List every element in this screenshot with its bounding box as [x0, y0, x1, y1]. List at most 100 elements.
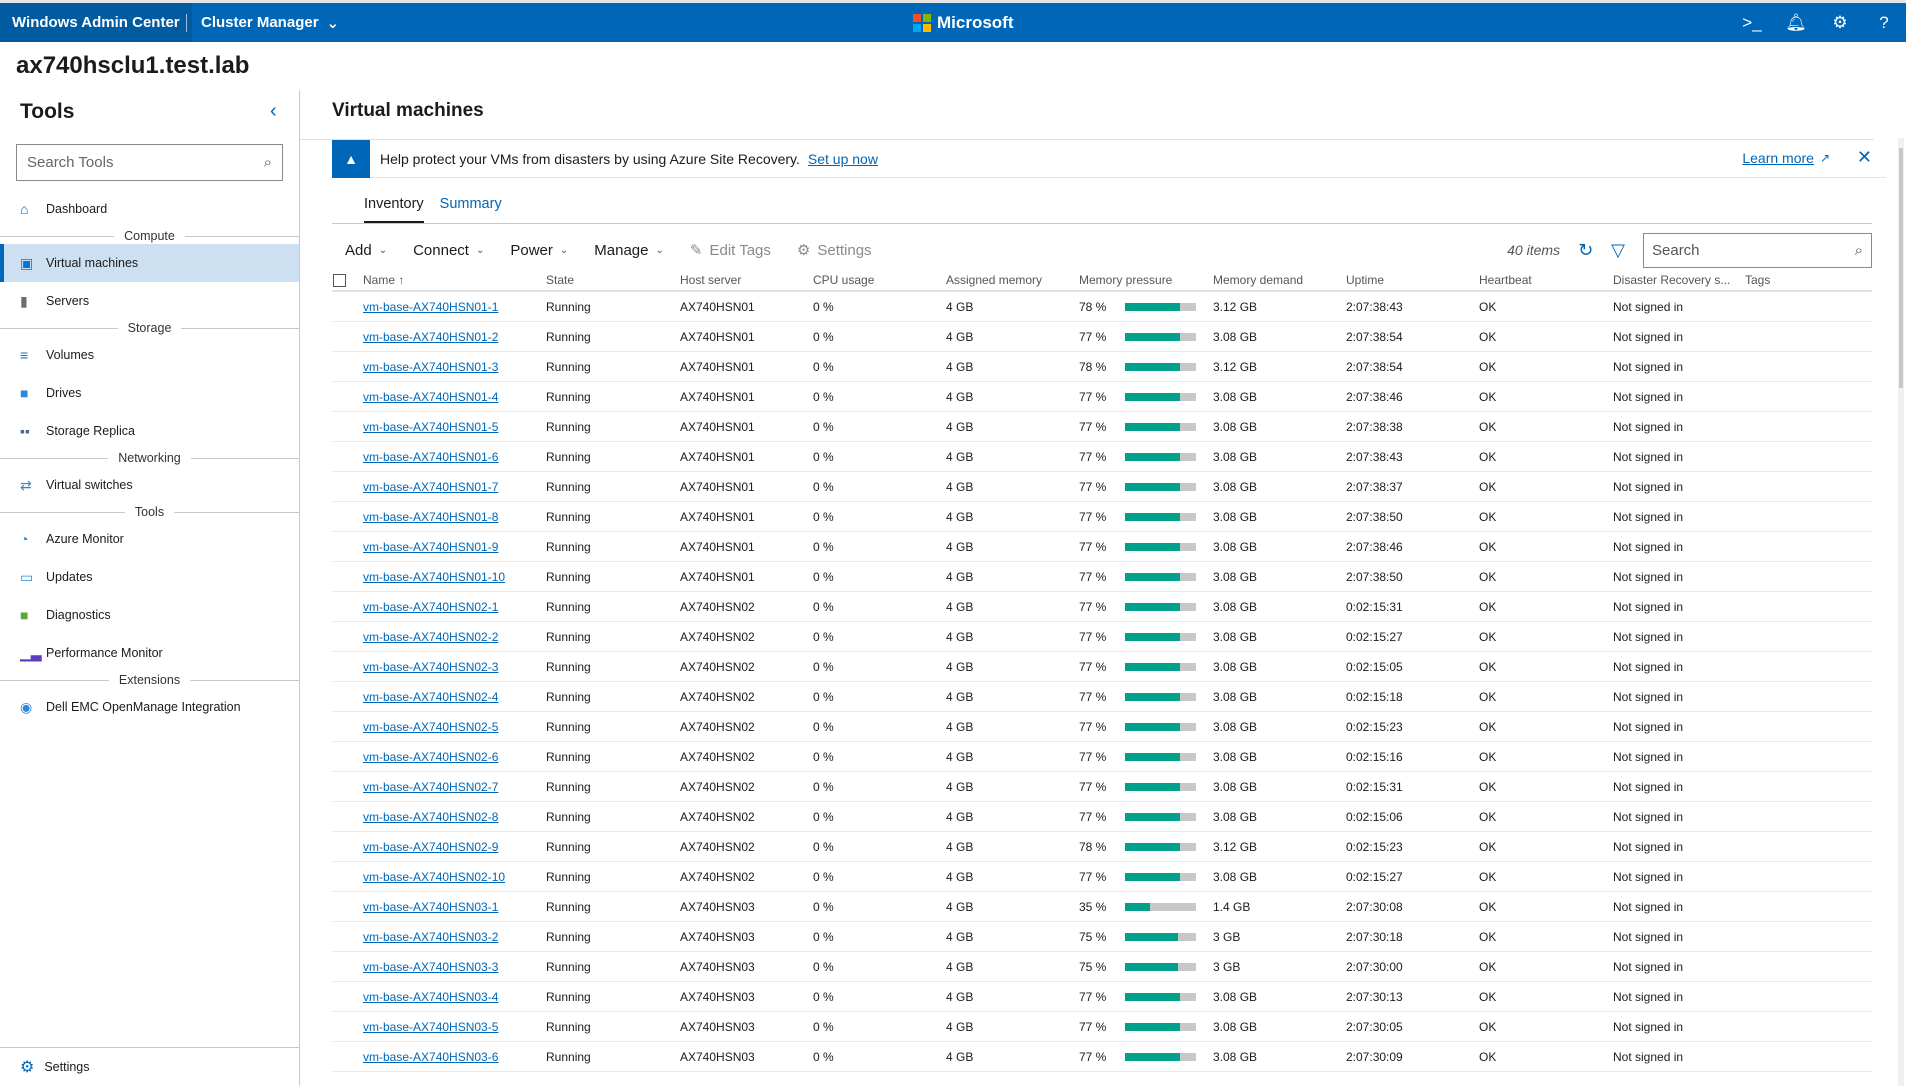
- vm-name-link[interactable]: vm-base-AX740HSN01-1: [363, 292, 498, 321]
- scrollbar-thumb[interactable]: [1899, 148, 1903, 388]
- table-row[interactable]: vm-base-AX740HSN01-1 Running AX740HSN01 0 %…: [332, 292, 1872, 322]
- table-row[interactable]: vm-base-AX740HSN02-3 Running AX740HSN02 0 %…: [332, 652, 1872, 682]
- vm-name-link[interactable]: vm-base-AX740HSN03-1: [363, 892, 498, 921]
- table-row[interactable]: vm-base-AX740HSN02-2 Running AX740HSN02 0 %…: [332, 622, 1872, 652]
- vm-name-link[interactable]: vm-base-AX740HSN01-7: [363, 472, 498, 501]
- vm-name-link[interactable]: vm-base-AX740HSN03-3: [363, 952, 498, 981]
- sidebar-item-updates[interactable]: ▭ Updates: [0, 558, 299, 596]
- table-row[interactable]: vm-base-AX740HSN02-1 Running AX740HSN02 0 %…: [332, 592, 1872, 622]
- table-row[interactable]: vm-base-AX740HSN02-8 Running AX740HSN02 0 %…: [332, 802, 1872, 832]
- vm-name-link[interactable]: vm-base-AX740HSN02-3: [363, 652, 498, 681]
- edit-tags-button[interactable]: ✎ Edit Tags: [677, 241, 784, 260]
- vm-name-link[interactable]: vm-base-AX740HSN02-7: [363, 772, 498, 801]
- table-row[interactable]: vm-base-AX740HSN02-5 Running AX740HSN02 0 %…: [332, 712, 1872, 742]
- vm-name-link[interactable]: vm-base-AX740HSN01-3: [363, 352, 498, 381]
- table-row[interactable]: vm-base-AX740HSN02-4 Running AX740HSN02 0 %…: [332, 682, 1872, 712]
- table-row[interactable]: vm-base-AX740HSN02-6 Running AX740HSN02 0 %…: [332, 742, 1872, 772]
- table-row[interactable]: vm-base-AX740HSN03-1 Running AX740HSN03 0 %…: [332, 892, 1872, 922]
- table-row[interactable]: vm-base-AX740HSN01-5 Running AX740HSN01 0 %…: [332, 412, 1872, 442]
- table-row[interactable]: vm-base-AX740HSN01-10 Running AX740HSN01 0 …: [332, 562, 1872, 592]
- vm-name-link[interactable]: vm-base-AX740HSN02-8: [363, 802, 498, 831]
- sidebar-item-azure-monitor[interactable]: ◔ Azure Monitor: [0, 520, 299, 558]
- vm-name-link[interactable]: vm-base-AX740HSN01-6: [363, 442, 498, 471]
- sidebar-item-virtual-machines[interactable]: ▣ Virtual machines: [0, 244, 299, 282]
- vm-name-link[interactable]: vm-base-AX740HSN02-5: [363, 712, 498, 741]
- table-row[interactable]: vm-base-AX740HSN01-3 Running AX740HSN01 0 %…: [332, 352, 1872, 382]
- select-all-checkbox[interactable]: [333, 273, 346, 287]
- sidebar-settings[interactable]: ⚙ Settings: [0, 1047, 299, 1086]
- table-row[interactable]: vm-base-AX740HSN03-6 Running AX740HSN03 0 %…: [332, 1042, 1872, 1072]
- table-row[interactable]: vm-base-AX740HSN03-4 Running AX740HSN03 0 %…: [332, 982, 1872, 1012]
- table-row[interactable]: vm-base-AX740HSN02-7 Running AX740HSN02 0 %…: [332, 772, 1872, 802]
- vm-name-link[interactable]: vm-base-AX740HSN03-4: [363, 982, 498, 1011]
- tab-inventory[interactable]: Inventory: [364, 190, 424, 223]
- table-row[interactable]: vm-base-AX740HSN01-6 Running AX740HSN01 0 %…: [332, 442, 1872, 472]
- table-row[interactable]: vm-base-AX740HSN01-4 Running AX740HSN01 0 %…: [332, 382, 1872, 412]
- vm-name-link[interactable]: vm-base-AX740HSN03-2: [363, 922, 498, 951]
- table-row[interactable]: vm-base-AX740HSN02-10 Running AX740HSN02 0 …: [332, 862, 1872, 892]
- vm-name-link[interactable]: vm-base-AX740HSN02-6: [363, 742, 498, 771]
- notifications-icon[interactable]: 🔔︎: [1774, 13, 1818, 33]
- sidebar-item-virtual-switches[interactable]: ⇄ Virtual switches: [0, 466, 299, 504]
- tab-summary[interactable]: Summary: [440, 190, 502, 223]
- sidebar-item-dashboard[interactable]: ⌂ Dashboard: [0, 190, 299, 228]
- vm-name-link[interactable]: vm-base-AX740HSN01-2: [363, 322, 498, 351]
- column-header-uptime[interactable]: Uptime: [1346, 270, 1384, 290]
- column-header-tags[interactable]: Tags: [1745, 270, 1770, 290]
- table-search-input[interactable]: [1652, 241, 1832, 259]
- table-row[interactable]: vm-base-AX740HSN01-2 Running AX740HSN01 0 %…: [332, 322, 1872, 352]
- vm-name-link[interactable]: vm-base-AX740HSN02-2: [363, 622, 498, 651]
- sidebar-item-dell-emc-openmanage-integration[interactable]: ◉ Dell EMC OpenManage Integration: [0, 688, 299, 726]
- column-header-heartbeat[interactable]: Heartbeat: [1479, 270, 1532, 290]
- connect-button[interactable]: Connect ⌄: [400, 242, 497, 259]
- help-icon[interactable]: ?: [1862, 13, 1906, 33]
- manage-button[interactable]: Manage ⌄: [581, 242, 677, 259]
- collapse-sidebar-icon[interactable]: ‹: [270, 100, 277, 123]
- vm-name-link[interactable]: vm-base-AX740HSN02-10: [363, 862, 505, 891]
- table-row[interactable]: vm-base-AX740HSN03-5 Running AX740HSN03 0 %…: [332, 1012, 1872, 1042]
- table-row[interactable]: vm-base-AX740HSN01-9 Running AX740HSN01 0 %…: [332, 532, 1872, 562]
- close-banner-icon[interactable]: ✕: [1857, 147, 1872, 168]
- vm-name-link[interactable]: vm-base-AX740HSN02-9: [363, 832, 498, 861]
- vm-name-link[interactable]: vm-base-AX740HSN02-1: [363, 592, 498, 621]
- sidebar-item-diagnostics[interactable]: ■ Diagnostics: [0, 596, 299, 634]
- filter-icon[interactable]: ▽: [1611, 240, 1625, 261]
- table-row[interactable]: vm-base-AX740HSN03-3 Running AX740HSN03 0 %…: [332, 952, 1872, 982]
- powershell-icon[interactable]: >_: [1730, 13, 1774, 33]
- set-up-now-link[interactable]: Set up now: [808, 151, 878, 167]
- search-tools-input[interactable]: [27, 154, 227, 171]
- column-header-host-server[interactable]: Host server: [680, 270, 741, 290]
- column-header-memory-demand[interactable]: Memory demand: [1213, 270, 1303, 290]
- column-header-assigned-memory[interactable]: Assigned memory: [946, 270, 1042, 290]
- search-icon[interactable]: ⌕: [1855, 242, 1863, 259]
- column-header-memory-pressure[interactable]: Memory pressure: [1079, 270, 1172, 290]
- table-row[interactable]: vm-base-AX740HSN01-8 Running AX740HSN01 0 %…: [332, 502, 1872, 532]
- context-menu-button[interactable]: Cluster Manager ⌄: [201, 3, 339, 42]
- vm-name-link[interactable]: vm-base-AX740HSN03-6: [363, 1042, 498, 1071]
- column-header-state[interactable]: State: [546, 270, 574, 290]
- add-button[interactable]: Add ⌄: [332, 242, 400, 259]
- app-title[interactable]: Windows Admin Center: [0, 3, 192, 42]
- vm-name-link[interactable]: vm-base-AX740HSN01-8: [363, 502, 498, 531]
- sidebar-item-performance-monitor[interactable]: ▁▃ Performance Monitor: [0, 634, 299, 672]
- sidebar-item-servers[interactable]: ▮ Servers: [0, 282, 299, 320]
- sidebar-item-volumes[interactable]: ≡ Volumes: [0, 336, 299, 374]
- column-header-cpu-usage[interactable]: CPU usage: [813, 270, 874, 290]
- scrollbar[interactable]: [1898, 138, 1904, 1086]
- sidebar-item-storage-replica[interactable]: ▪▪ Storage Replica: [0, 412, 299, 450]
- power-button[interactable]: Power ⌄: [497, 242, 581, 259]
- settings-icon[interactable]: ⚙: [1818, 13, 1862, 33]
- vm-name-link[interactable]: vm-base-AX740HSN02-4: [363, 682, 498, 711]
- settings-button[interactable]: ⚙ Settings: [784, 241, 885, 260]
- vm-name-link[interactable]: vm-base-AX740HSN03-5: [363, 1012, 498, 1041]
- vm-name-link[interactable]: vm-base-AX740HSN01-9: [363, 532, 498, 561]
- table-row[interactable]: vm-base-AX740HSN01-7 Running AX740HSN01 0 %…: [332, 472, 1872, 502]
- sidebar-item-drives[interactable]: ■ Drives: [0, 374, 299, 412]
- column-header-name[interactable]: Name ↑: [363, 270, 404, 290]
- search-icon[interactable]: ⌕: [264, 154, 272, 171]
- refresh-icon[interactable]: ↻: [1578, 240, 1593, 261]
- table-row[interactable]: vm-base-AX740HSN02-9 Running AX740HSN02 0 %…: [332, 832, 1872, 862]
- column-header-disaster-recovery[interactable]: Disaster Recovery s...: [1613, 270, 1730, 290]
- vm-name-link[interactable]: vm-base-AX740HSN01-10: [363, 562, 505, 591]
- vm-name-link[interactable]: vm-base-AX740HSN01-5: [363, 412, 498, 441]
